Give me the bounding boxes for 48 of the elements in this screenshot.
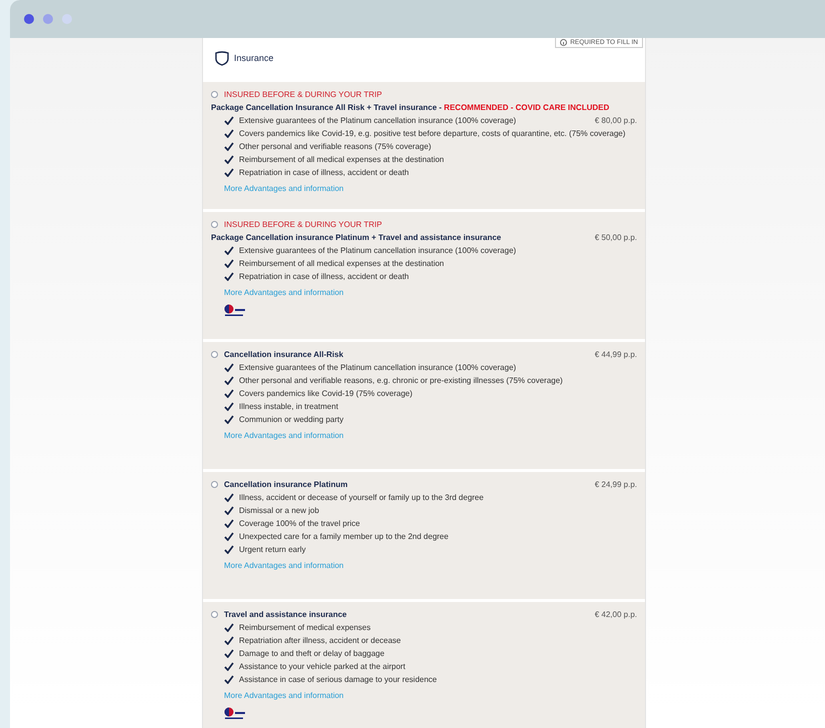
- radio-button[interactable]: [211, 481, 218, 488]
- option-tag: INSURED BEFORE & DURING YOUR TRIP: [224, 218, 382, 231]
- more-info-link[interactable]: More Advantages and information: [224, 689, 344, 702]
- feature-text: Unexpected care for a family member up to the 2nd degree: [239, 531, 448, 543]
- feature-text: Covers pandemics like Covid-19 (75% coverage): [239, 388, 412, 400]
- feature-text: Reimbursement of medical expenses: [239, 622, 371, 634]
- feature-text: Covers pandemics like Covid-19, e.g. positive test before departure, costs of quarantine, etc. (75% coverage): [239, 128, 626, 140]
- option-price: € 44,99 p.p.: [594, 349, 637, 361]
- feature-text: Dismissal or a new job: [239, 505, 320, 517]
- option-title: Cancellation insurance All-Risk: [224, 349, 344, 361]
- info-icon: [560, 39, 568, 46]
- feature-text: Other personal and verifiable reasons, e.g. chronic or pre-existing illnesses (75% coverage): [239, 375, 563, 387]
- feature-text: Reimbursement of all medical expenses at the destination: [239, 154, 444, 166]
- radio-button[interactable]: [211, 221, 218, 228]
- feature-text: Repatriation in case of illness, accident or death: [239, 167, 409, 179]
- radio-button[interactable]: [211, 351, 218, 358]
- more-info-link[interactable]: More Advantages and information: [224, 182, 344, 195]
- option-title: Package Cancellation insurance Platinum + Travel and assistance insurance: [211, 232, 502, 244]
- more-info-link[interactable]: More Advantages and information: [224, 286, 344, 299]
- more-info-link[interactable]: More Advantages and information: [224, 559, 344, 572]
- radio-button[interactable]: [211, 611, 218, 618]
- feature-text: Urgent return early: [239, 544, 306, 556]
- feature-text: Extensive guarantees of the Platinum cancellation insurance (100% coverage): [239, 362, 516, 374]
- feature-text: Illness instable, in treatment: [239, 401, 338, 413]
- feature-text: Assistance to your vehicle parked at the airport: [239, 661, 406, 673]
- more-info-link[interactable]: More Advantages and information: [224, 429, 344, 442]
- feature-text: Assistance in case of serious damage to your residence: [239, 674, 437, 686]
- feature-text: Reimbursement of all medical expenses at the destination: [239, 258, 444, 270]
- option-title: Package Cancellation Insurance All Risk + Travel insurance - RECOMMENDED - COVID CARE INCLUDED: [211, 102, 610, 114]
- option-tag: INSURED BEFORE & DURING YOUR TRIP: [224, 88, 382, 101]
- feature-text: Illness, accident or decease of yourself or family up to the 3rd degree: [239, 492, 484, 504]
- option-price: € 50,00 p.p.: [594, 232, 637, 244]
- feature-text: Other personal and verifiable reasons (75% coverage): [239, 141, 432, 153]
- feature-text: Communion or wedding party: [239, 414, 344, 426]
- shield-icon: [215, 51, 229, 66]
- option-price: € 80,00 p.p.: [594, 115, 637, 127]
- option-price: € 42,00 p.p.: [594, 609, 637, 621]
- feature-text: Extensive guarantees of the Platinum cancellation insurance (100% coverage): [239, 245, 516, 257]
- option-price: € 24,99 p.p.: [594, 479, 637, 491]
- option-title: Travel and assistance insurance: [224, 609, 347, 621]
- feature-text: Coverage 100% of the travel price: [239, 518, 360, 530]
- section-title: Insurance: [234, 52, 274, 65]
- feature-text: Extensive guarantees of the Platinum cancellation insurance (100% coverage): [239, 115, 516, 127]
- feature-text: Repatriation in case of illness, accident or death: [239, 271, 409, 283]
- radio-button[interactable]: [211, 91, 218, 98]
- feature-text: Damage to and theft or delay of baggage: [239, 648, 384, 660]
- option-title: Cancellation insurance Platinum: [224, 479, 348, 491]
- feature-text: Repatriation after illness, accident or decease: [239, 635, 401, 647]
